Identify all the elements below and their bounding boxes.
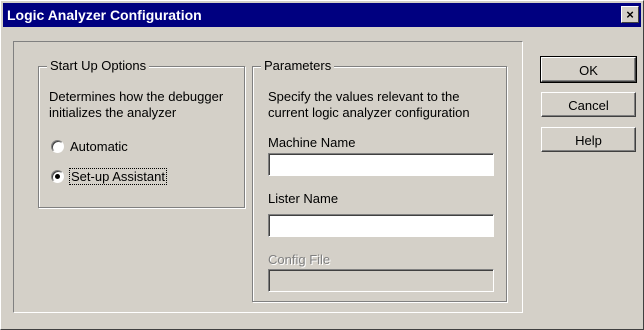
ok-button[interactable]: OK: [540, 56, 637, 83]
radio-automatic-button[interactable]: [51, 139, 64, 153]
radio-setup-assistant-button[interactable]: [51, 169, 64, 183]
lister-name-label: Lister Name: [268, 191, 339, 206]
parameters-description-line1: Specify the values relevant to the: [268, 89, 460, 104]
logic-analyzer-dialog: Logic Analyzer Configuration × Start Up …: [0, 0, 644, 330]
parameters-group: Parameters Specify the values relevant t…: [252, 58, 507, 302]
parameters-description-line2: current logic analyzer configuration: [268, 105, 470, 120]
startup-description: Determines how the debugger initializes …: [49, 89, 223, 121]
radio-setup-assistant[interactable]: Set-up Assistant: [51, 166, 167, 186]
machine-name-label: Machine Name: [268, 135, 356, 150]
config-file-label: Config File: [268, 252, 331, 267]
radio-setup-assistant-label[interactable]: Set-up Assistant: [69, 167, 167, 185]
content-frame: Start Up Options Determines how the debu…: [13, 41, 523, 313]
lister-name-field[interactable]: [268, 214, 494, 237]
window-title: Logic Analyzer Configuration: [7, 7, 202, 23]
machine-name-field[interactable]: [268, 153, 494, 176]
startup-options-group: Start Up Options Determines how the debu…: [38, 58, 245, 208]
cancel-button[interactable]: Cancel: [541, 92, 636, 117]
startup-description-line1: Determines how the debugger: [49, 89, 224, 104]
config-file-field[interactable]: [268, 269, 494, 292]
help-button[interactable]: Help: [541, 127, 636, 152]
radio-automatic[interactable]: Automatic: [51, 136, 128, 156]
radio-automatic-label[interactable]: Automatic: [70, 139, 128, 154]
title-bar[interactable]: Logic Analyzer Configuration ×: [3, 3, 641, 27]
parameters-label: Parameters: [261, 58, 335, 74]
startup-options-label: Start Up Options: [47, 58, 150, 74]
parameters-description: Specify the values relevant to the curre…: [268, 89, 470, 121]
startup-description-line2: initializes the analyzer: [49, 105, 177, 120]
close-icon[interactable]: ×: [621, 6, 639, 23]
